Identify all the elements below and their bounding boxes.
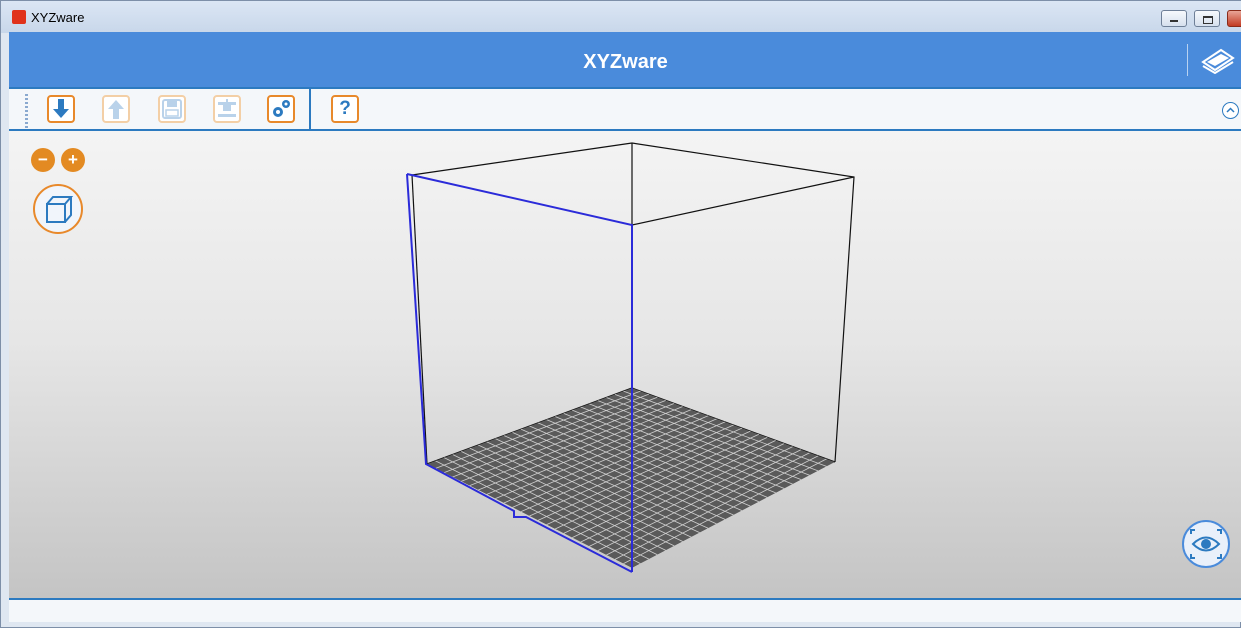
header-divider: [1187, 44, 1188, 76]
print-button[interactable]: [213, 95, 241, 123]
app-logo-icon: [12, 10, 26, 24]
upload-arrow-icon: [108, 100, 124, 119]
app-window: XYZware XYZware ? − +: [0, 0, 1241, 628]
toolbar-separator: [309, 89, 311, 129]
maximize-icon: [1203, 16, 1213, 24]
close-button[interactable]: [1227, 10, 1241, 27]
status-bar: [9, 598, 1241, 622]
floppy-disk-icon: [162, 99, 182, 119]
header-title: XYZware: [583, 51, 668, 73]
xyz-logo-icon[interactable]: [1201, 46, 1235, 74]
toolbar: ?: [9, 87, 1241, 131]
gears-icon: [273, 100, 290, 117]
save-button[interactable]: [158, 95, 186, 123]
settings-button[interactable]: [267, 95, 295, 123]
import-button[interactable]: [47, 95, 75, 123]
3d-viewport[interactable]: − +: [9, 131, 1241, 598]
help-button[interactable]: ?: [331, 95, 359, 123]
chevron-up-icon: [1226, 107, 1235, 113]
title-bar[interactable]: XYZware: [1, 1, 1241, 33]
window-title: XYZware: [31, 10, 85, 25]
export-button[interactable]: [102, 95, 130, 123]
maximize-button[interactable]: [1194, 10, 1220, 27]
eye-icon: [1190, 529, 1222, 559]
download-arrow-icon: [53, 99, 69, 118]
question-mark-icon: ?: [339, 98, 351, 119]
minimize-icon: [1170, 20, 1178, 22]
build-volume-scene: [406, 142, 855, 573]
minimize-button[interactable]: [1161, 10, 1187, 27]
app-header: XYZware: [9, 32, 1241, 87]
toolbar-grip[interactable]: [25, 94, 28, 128]
collapse-toolbar-button[interactable]: [1222, 102, 1239, 119]
printer-icon: [218, 99, 236, 117]
view-mode-button[interactable]: [1182, 520, 1230, 568]
